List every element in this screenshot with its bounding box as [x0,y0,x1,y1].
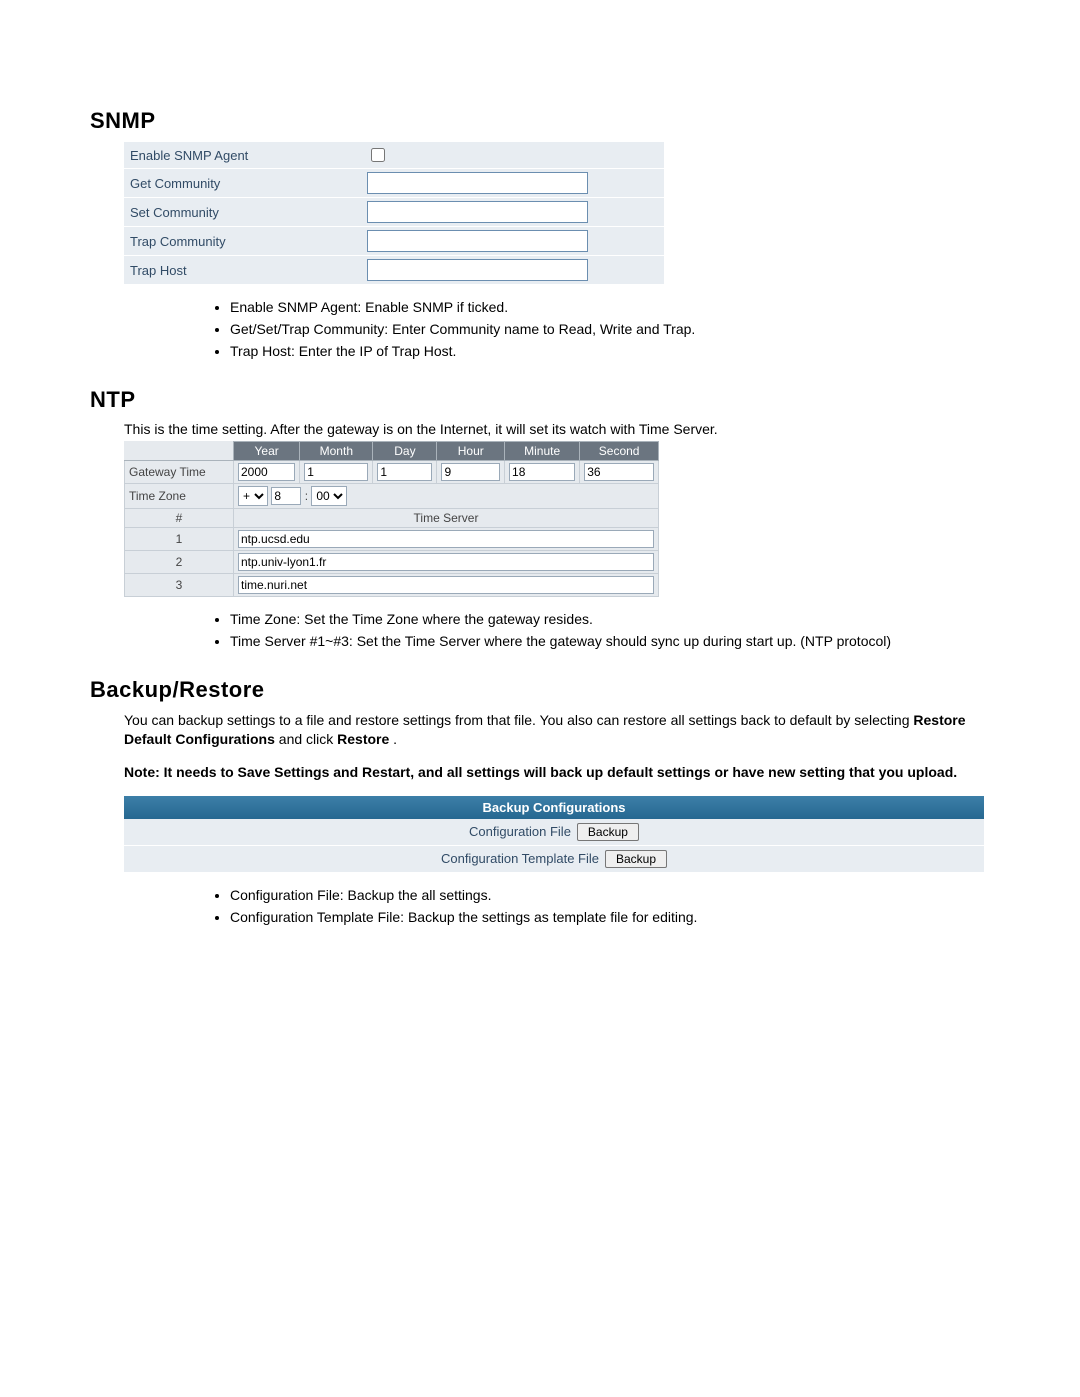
tz-minutes-select[interactable]: 00 [311,486,347,506]
snmp-table: Enable SNMP Agent Get Community Set Comm… [124,142,664,285]
br-text-1: You can backup settings to a file and re… [124,712,913,728]
table-row: 3 [125,574,659,597]
ts-idx-2: 2 [125,551,234,574]
list-item: Enable SNMP Agent: Enable SNMP if ticked… [230,299,1010,315]
ntp-description: This is the time setting. After the gate… [124,421,1010,437]
ntp-table: Year Month Day Hour Minute Second Gatewa… [124,441,659,597]
table-row: Trap Host [124,256,664,285]
snmp-enable-label: Enable SNMP Agent [124,142,361,169]
backup-table-header: Backup Configurations [124,796,984,819]
gateway-time-label: Gateway Time [125,461,234,484]
list-item: Configuration File: Backup the all setti… [230,887,1010,903]
config-file-label: Configuration File [469,824,571,839]
list-item: Configuration Template File: Backup the … [230,909,1010,925]
ntp-col-year: Year [234,442,300,461]
backup-restore-heading: Backup/Restore [90,677,1010,703]
gateway-month[interactable] [304,463,368,481]
gateway-second[interactable] [584,463,654,481]
config-template-label: Configuration Template File [441,851,599,866]
gateway-hour[interactable] [441,463,500,481]
ntp-col-hour: Hour [437,442,505,461]
snmp-bullets: Enable SNMP Agent: Enable SNMP if ticked… [230,299,1010,359]
table-row: Enable SNMP Agent [124,142,664,169]
table-row: Time Zone + : 00 [125,484,659,509]
snmp-trapcomm-input[interactable] [367,230,588,252]
snmp-heading: SNMP [90,108,1010,134]
tz-sign-select[interactable]: + [238,486,268,506]
ntp-blank-header [125,442,234,461]
tz-sep: : [305,489,308,503]
ntp-col-month: Month [300,442,373,461]
ntp-num-col: # [125,509,234,528]
backup-note: Note: It needs to Save Settings and Rest… [124,763,990,782]
time-server-2[interactable] [238,553,654,571]
snmp-set-label: Set Community [124,198,361,227]
tz-hours-input[interactable] [271,487,301,505]
snmp-get-input[interactable] [367,172,588,194]
table-row: 1 [125,528,659,551]
table-row: Trap Community [124,227,664,256]
br-text-mid: and click [279,731,337,747]
backup-config-button[interactable]: Backup [577,823,639,841]
timezone-label: Time Zone [125,484,234,509]
time-server-3[interactable] [238,576,654,594]
backup-bullets: Configuration File: Backup the all setti… [230,887,1010,925]
snmp-traphost-label: Trap Host [124,256,361,285]
time-server-1[interactable] [238,530,654,548]
list-item: Trap Host: Enter the IP of Trap Host. [230,343,1010,359]
snmp-traphost-input[interactable] [367,259,588,281]
snmp-trapcomm-label: Trap Community [124,227,361,256]
list-item: Time Zone: Set the Time Zone where the g… [230,611,1010,627]
ts-idx-1: 1 [125,528,234,551]
ntp-bullets: Time Zone: Set the Time Zone where the g… [230,611,1010,649]
snmp-enable-checkbox[interactable] [371,148,385,162]
gateway-minute[interactable] [509,463,575,481]
list-item: Time Server #1~#3: Set the Time Server w… [230,633,1010,649]
gateway-day[interactable] [377,463,432,481]
ntp-col-second: Second [580,442,659,461]
br-text-after: . [393,731,397,747]
table-row: 2 [125,551,659,574]
table-row: Gateway Time [125,461,659,484]
table-row: Configuration File Backup [124,819,984,846]
table-row: Configuration Template File Backup [124,845,984,872]
snmp-set-input[interactable] [367,201,588,223]
ntp-heading: NTP [90,387,1010,413]
ntp-col-day: Day [373,442,437,461]
backup-template-button[interactable]: Backup [605,850,667,868]
table-row: Get Community [124,169,664,198]
gateway-year[interactable] [238,463,295,481]
backup-text: You can backup settings to a file and re… [124,711,990,749]
time-server-header: Time Server [234,509,659,528]
ts-idx-3: 3 [125,574,234,597]
backup-table: Backup Configurations Configuration File… [124,796,984,873]
snmp-get-label: Get Community [124,169,361,198]
ntp-col-minute: Minute [505,442,580,461]
table-row: Set Community [124,198,664,227]
br-text-bold2: Restore [337,731,389,747]
list-item: Get/Set/Trap Community: Enter Community … [230,321,1010,337]
